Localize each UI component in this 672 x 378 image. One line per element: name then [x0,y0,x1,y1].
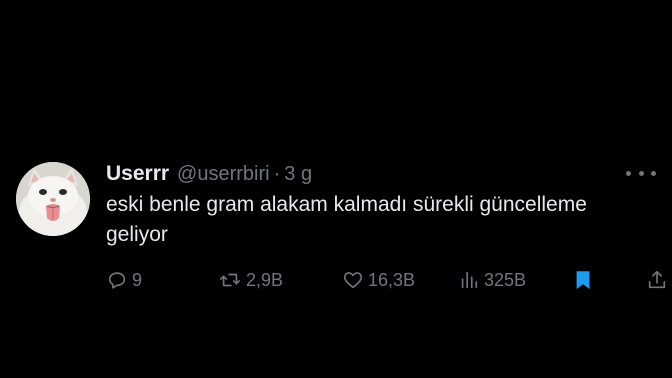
more-dot [638,170,644,176]
like-button[interactable]: 16,3B [342,266,415,294]
retweet-button[interactable]: 2,9B [218,266,283,294]
reply-count: 9 [132,269,143,290]
reply-button[interactable]: 9 [106,266,142,294]
retweet-icon [218,269,242,291]
like-count: 16,3B [368,269,416,290]
bookmark-icon [572,268,594,292]
more-dot [626,170,631,176]
views-button[interactable]: 325B [458,266,526,294]
views-count: 325B [484,269,527,290]
tweet-header: Userrr @userrbiri · 3 g [106,160,312,188]
tweet-text: eski benle gram alakam kalmadı sürekli g… [106,193,587,246]
share-button[interactable] [646,266,668,294]
user-handle[interactable]: @userrbiri [177,163,270,186]
display-name[interactable]: Userrr [106,162,169,186]
retweet-count: 2,9B [246,269,284,290]
cat-avatar-image [16,162,90,236]
separator-dot: · [273,162,281,185]
avatar[interactable] [16,162,90,236]
views-icon [458,269,480,291]
bookmark-button[interactable] [572,266,594,294]
tweet[interactable]: Userrr @userrbiri · 3 g eski benle gram … [16,158,666,308]
heart-icon [342,269,364,291]
more-options-icon[interactable] [626,166,656,180]
share-icon [646,269,668,291]
more-dot [651,170,656,176]
timestamp[interactable]: 3 g [284,163,312,186]
reply-icon [106,269,128,291]
action-bar: 9 2,9B 16,3B 325B [106,266,666,294]
